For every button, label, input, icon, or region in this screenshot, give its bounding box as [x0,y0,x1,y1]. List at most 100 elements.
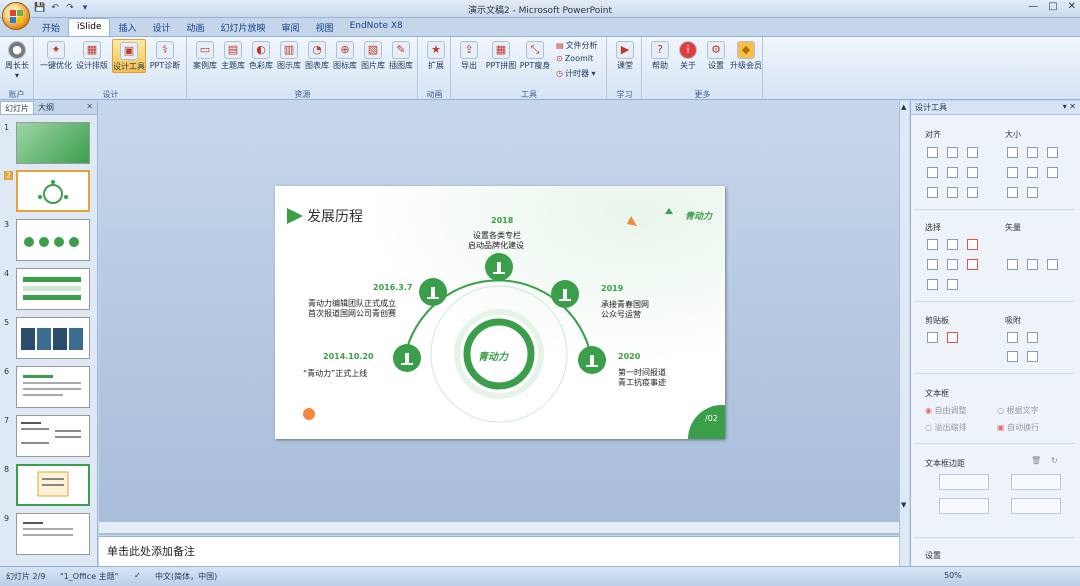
slide-thumbnail-8[interactable] [16,464,90,506]
paste-icon[interactable] [947,332,958,343]
label: PPT瘦身 [519,61,551,70]
stretch-top-icon[interactable] [1007,187,1018,198]
tab-animation[interactable]: 动画 [179,18,213,36]
office-button[interactable] [2,2,30,30]
close-pane-icon[interactable]: ✕ [82,101,97,114]
margin-right-input[interactable] [1011,474,1061,490]
refresh-icon[interactable]: ↻ [1051,456,1058,465]
copy-icon[interactable] [927,332,938,343]
zoom-level[interactable]: 50% [944,571,962,580]
radio-shrink-overflow[interactable]: ○ 溢出缩排 [925,422,967,433]
file-analysis-button[interactable]: ▤ 文件分析 [556,40,598,51]
spellcheck-icon[interactable]: ✓ [134,571,141,580]
slide-thumbnail-1[interactable] [16,122,90,164]
snap-minus-icon[interactable] [1027,351,1038,362]
notes-pane[interactable]: 单击此处添加备注 [99,536,899,566]
extend-button[interactable]: ★ 扩展 [419,39,453,71]
tab-view[interactable]: 视图 [308,18,342,36]
select-middle-icon[interactable] [947,259,958,270]
upgrade-member-button[interactable]: ◆ 升级会员 [729,39,763,71]
margin-left-input[interactable] [939,474,989,490]
checkbox-wrap[interactable]: ▣ 自动换行 [997,422,1039,433]
tab-review[interactable]: 审阅 [274,18,308,36]
distribute-v-icon[interactable] [947,187,958,198]
vector-crop-icon[interactable] [1007,259,1018,270]
radio-auto-adjust[interactable]: ◉ 自由调整 [925,405,967,416]
zoomit-button[interactable]: ⊙ ZoomIt [556,54,593,63]
align-center-icon[interactable] [947,147,958,158]
timer-button[interactable]: ◷ 计时器 ▾ [556,68,596,79]
select-type-icon[interactable] [947,239,958,250]
distribute-grid-icon[interactable] [967,187,978,198]
scroll-up-icon[interactable]: ▲ [901,103,906,111]
settings-button[interactable]: ⚙ 设置 [699,39,733,71]
slide-thumbnail-3[interactable] [16,219,90,261]
tab-islide[interactable]: iSlide [68,18,111,36]
account-button[interactable]: ● 周长长 ▾ [1,39,33,81]
stretch-left-icon[interactable] [1007,167,1018,178]
align-top-icon[interactable] [927,167,938,178]
select-same-icon[interactable] [927,239,938,250]
align-left-icon[interactable] [927,147,938,158]
save-icon[interactable]: 💾 [34,2,46,14]
slide-thumbnail-7[interactable] [16,415,90,457]
same-size-icon[interactable] [1047,147,1058,158]
maximize-button[interactable]: □ [1048,1,1057,12]
select-pointer-icon[interactable] [967,259,978,270]
current-slide[interactable]: 发展历程 青动力 青动力 2018 设置各类专栏 启动品牌化建设 2016.3.… [275,186,725,439]
classroom-button[interactable]: ▶ 课堂 [608,39,642,71]
radio-fit-text[interactable]: ○ 根据文字 [997,405,1039,416]
distribute-h-icon[interactable] [927,187,938,198]
close-button[interactable]: ✕ [1068,1,1076,12]
minimize-button[interactable]: — [1028,1,1038,12]
slide-title[interactable]: 发展历程 [307,206,363,226]
tab-endnote[interactable]: EndNote X8 [342,18,411,36]
snap-right-icon[interactable] [1027,332,1038,343]
slide-thumbnail-4[interactable] [16,268,90,310]
tab-insert[interactable]: 插入 [110,18,144,36]
tab-design[interactable]: 设计 [145,18,179,36]
same-height-icon[interactable] [1027,147,1038,158]
slide-thumbnail-9[interactable] [16,513,90,555]
undo-icon[interactable]: ↶ [49,2,61,14]
select-reverse-icon[interactable] [947,279,958,290]
align-right-icon[interactable] [967,147,978,158]
redo-icon[interactable]: ↷ [64,2,76,14]
select-color-icon[interactable] [967,239,978,250]
ppt-slim-button[interactable]: ⤡ PPT瘦身 [518,39,552,71]
tab-outline[interactable]: 大纲 [34,101,58,114]
margin-top-input[interactable] [939,498,989,514]
align-bottom-icon[interactable] [967,167,978,178]
design-layout-button[interactable]: ▦ 设计排版 [75,39,109,71]
illustration-library-button[interactable]: ✎ 插图库 [384,39,418,71]
horizontal-scrollbar[interactable] [99,521,899,533]
ppt-diagnose-button[interactable]: ⚕ PPT诊断 [148,39,182,71]
ppt-puzzle-button[interactable]: ▦ PPT拼图 [484,39,518,71]
export-button[interactable]: ⇪ 导出 [452,39,486,71]
scroll-down-icon[interactable]: ▼ [901,501,906,509]
qat-dropdown-icon[interactable]: ▾ [79,2,91,14]
stretch-bottom-icon[interactable] [1027,187,1038,198]
slide-thumbnail-2[interactable] [16,170,90,212]
design-tools-button[interactable]: ▣ 设计工具 [112,39,146,73]
same-width-icon[interactable] [1007,147,1018,158]
snap-plus-icon[interactable] [1007,351,1018,362]
tab-slideshow[interactable]: 幻灯片放映 [213,18,274,36]
select-bottom-icon[interactable] [927,279,938,290]
tab-slides[interactable]: 幻灯片 [0,101,34,114]
delete-icon[interactable]: 🗑 [1031,456,1041,465]
tab-home[interactable]: 开始 [34,18,68,36]
stretch-both-icon[interactable] [1047,167,1058,178]
vector-merge-icon[interactable] [1047,259,1058,270]
snap-left-icon[interactable] [1007,332,1018,343]
slide-thumbnail-6[interactable] [16,366,90,408]
vector-text-icon[interactable] [1027,259,1038,270]
vertical-scrollbar[interactable]: ▲ ▼ [899,101,909,566]
stretch-right-icon[interactable] [1027,167,1038,178]
one-click-optimize-button[interactable]: ✦ 一键优化 [39,39,73,71]
pane-menu-icon[interactable]: ▾ ✕ [1063,102,1076,113]
align-middle-icon[interactable] [947,167,958,178]
select-top-icon[interactable] [927,259,938,270]
slide-thumbnail-5[interactable] [16,317,90,359]
margin-bottom-input[interactable] [1011,498,1061,514]
